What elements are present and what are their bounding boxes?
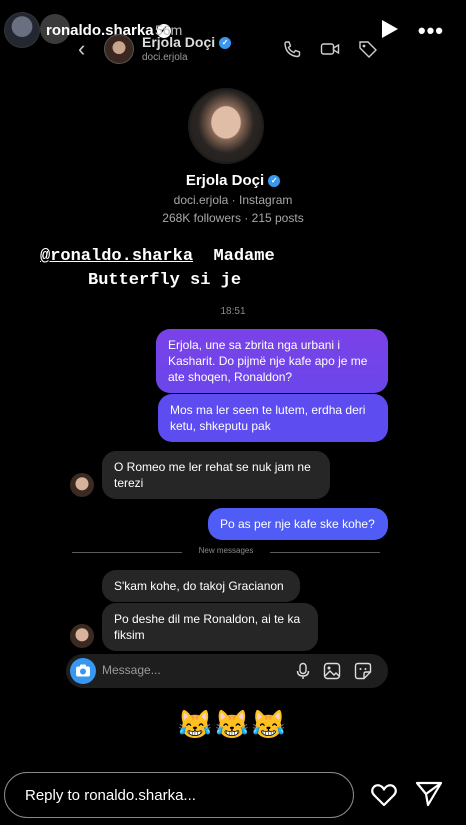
received-message: S'kam kohe, do takoj Gracianon [102,570,300,602]
sticker-icon [354,662,372,680]
chat-timestamp: 18:51 [220,306,246,317]
phone-icon [284,41,301,58]
profile-subtitle: doci.erjola · Instagram [173,193,293,207]
profile-name-text: Erjola Doçi [185,172,265,189]
message-input: Message... [102,663,161,677]
heart-icon[interactable] [370,782,398,808]
new-messages-divider: New messages [72,546,380,558]
mic-icon [296,662,310,679]
sent-message: Po as per nje kafe ske kohe? [208,508,388,540]
story-emoji-sticker: 😹😹😹 [177,709,289,740]
new-messages-label: New messages [198,546,254,555]
camera-icon [70,658,96,684]
send-icon[interactable] [414,780,444,808]
profile-picture [188,88,264,164]
received-message: Po deshe dil me Ronaldon, ai te ka fiksi… [102,603,318,651]
overlay-mention[interactable]: @ronaldo.sharka [40,247,193,266]
more-icon[interactable]: ••• [418,18,444,44]
dm-contact-name: Erjola Doçi ✓ [142,34,232,50]
sent-message: Erjola, une sa zbrita nga urbani i Kasha… [156,329,388,393]
story-text-overlay: @ronaldo.sharka Madame Butterfly si je [40,245,340,293]
verified-icon: ✓ [268,175,281,188]
sender-avatar [70,473,94,497]
sender-avatar [70,624,94,648]
video-icon [320,43,340,55]
profile-stats: 268K followers · 215 posts [162,211,304,225]
reply-placeholder: Reply to ronaldo.sharka... [25,787,196,804]
overlay-line-2: Butterfly si je [88,271,242,290]
dm-contact-handle: doci.erjola [142,52,188,63]
profile-name: Erjola Doçi ✓ [0,172,466,189]
verified-icon: ✓ [219,37,232,50]
dm-contact-avatar [104,34,134,64]
back-chevron-icon: ‹ [78,36,86,61]
overlay-line-1-rest: Madame [213,247,275,266]
overlay-line-1: @ronaldo.sharka Madame [40,245,340,269]
dm-contact-name-text: Erjola Doçi [142,34,216,50]
story-author-avatar[interactable] [4,12,40,48]
tag-icon [359,41,377,58]
gallery-icon [323,662,341,680]
message-composer: Message... [66,654,388,688]
sent-message: Mos ma ler seen te lutem, erdha deri ket… [158,394,388,442]
dm-header: ‹ Erjola Doçi ✓ doci.erjola [64,30,404,72]
reply-input[interactable]: Reply to ronaldo.sharka... [4,772,354,818]
received-message: O Romeo me ler rehat se nuk jam ne terez… [102,451,330,499]
divider-line [270,552,380,553]
